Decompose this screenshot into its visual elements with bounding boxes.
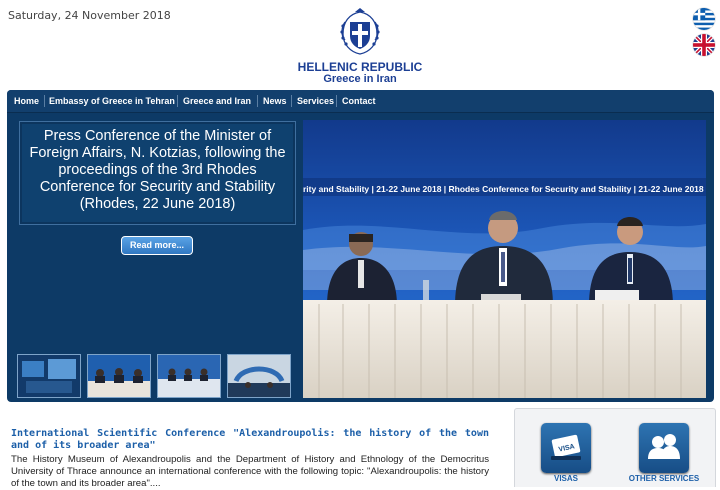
greek-flag-icon[interactable] xyxy=(693,8,715,30)
slide-thumbnail[interactable] xyxy=(87,354,151,398)
visas-button[interactable]: VISA xyxy=(541,423,591,473)
people-icon xyxy=(648,434,680,459)
nav-separator xyxy=(257,95,258,107)
nav-services[interactable]: Services xyxy=(297,90,334,112)
nav-contact[interactable]: Contact xyxy=(342,90,376,112)
nav-news[interactable]: News xyxy=(263,90,287,112)
nav-separator xyxy=(177,95,178,107)
nav-home[interactable]: Home xyxy=(14,90,39,112)
photo-banner-text: rity and Stability | 21-22 June 2018 | R… xyxy=(303,184,706,194)
slide-thumbnail[interactable] xyxy=(17,354,81,398)
services-panel: VISA VISAS OTHER SERVICES xyxy=(514,408,716,487)
slide-thumbnail[interactable] xyxy=(227,354,291,398)
news-title[interactable]: International Scientific Conference "Ale… xyxy=(11,428,489,452)
uk-flag-icon[interactable] xyxy=(693,34,715,56)
featured-caption-box: Press Conference of the Minister of Fore… xyxy=(19,121,296,225)
read-more-button[interactable]: Read more... xyxy=(121,236,193,255)
nav-separator xyxy=(291,95,292,107)
nav-embassy[interactable]: Embassy of Greece in Tehran xyxy=(49,90,175,112)
nav-greece-and-iran[interactable]: Greece and Iran xyxy=(183,90,251,112)
nav-separator xyxy=(336,95,337,107)
featured-title[interactable]: Press Conference of the Minister of Fore… xyxy=(24,128,291,213)
visa-card-icon: VISA xyxy=(551,434,581,460)
site-subtitle: Greece in Iran xyxy=(323,73,397,85)
date-label: Saturday, 24 November 2018 xyxy=(8,9,171,22)
featured-panel: Home Embassy of Greece in Tehran Greece … xyxy=(7,90,714,402)
greek-coat-of-arms-icon xyxy=(337,8,383,56)
nav-separator xyxy=(44,95,45,107)
news-body: The History Museum of Alexandroupolis an… xyxy=(11,454,489,489)
slide-thumbnail[interactable] xyxy=(157,354,221,398)
visas-label[interactable]: VISAS xyxy=(541,474,591,483)
news-item: International Scientific Conference "Ale… xyxy=(11,428,489,490)
main-nav: Home Embassy of Greece in Tehran Greece … xyxy=(7,90,714,113)
other-services-label[interactable]: OTHER SERVICES xyxy=(624,474,704,483)
other-services-button[interactable] xyxy=(639,423,689,473)
site-title: HELLENIC REPUBLIC xyxy=(297,60,423,74)
featured-photo[interactable]: rity and Stability | 21-22 June 2018 | R… xyxy=(303,120,706,398)
